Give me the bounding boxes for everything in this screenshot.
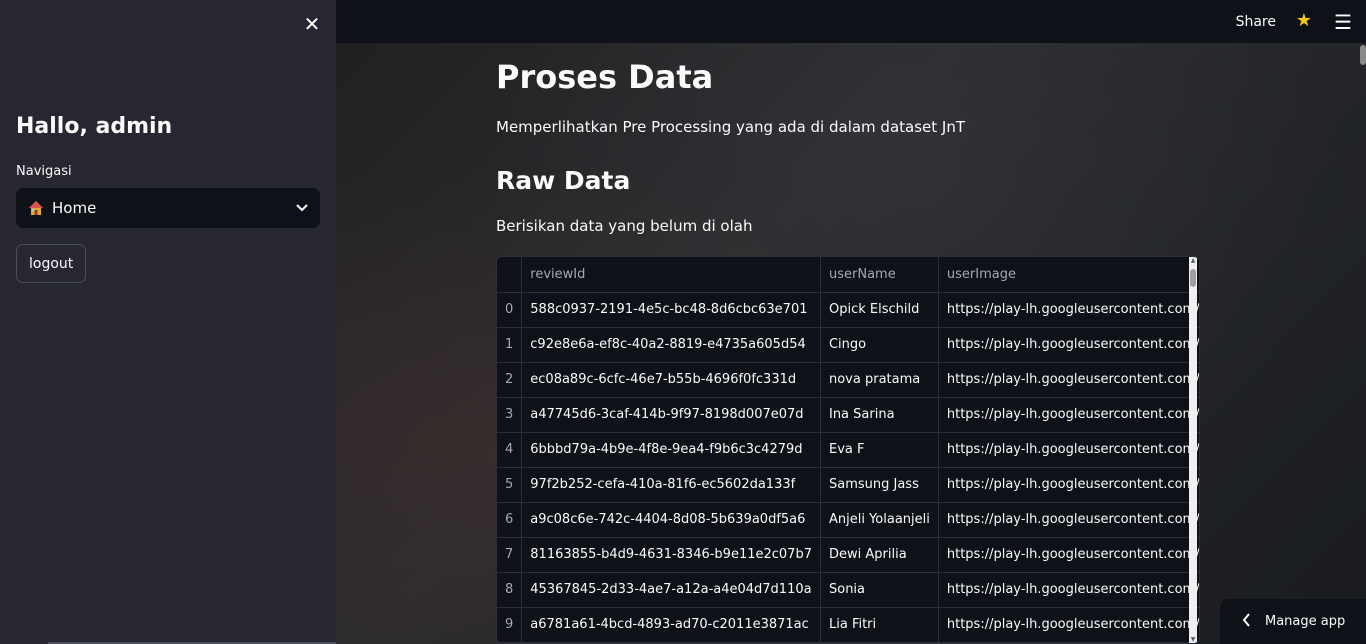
column-header-reviewid[interactable]: reviewId bbox=[521, 257, 821, 293]
cell-reviewid[interactable]: 588c0937-2191-4e5c-bc48-8d6cbc63e701 bbox=[521, 292, 821, 328]
chevron-left-icon bbox=[1242, 612, 1251, 631]
raw-data-heading: Raw Data bbox=[496, 166, 631, 195]
row-index: 1 bbox=[497, 327, 523, 363]
row-index: 7 bbox=[497, 537, 523, 573]
cell-username[interactable]: Sonia bbox=[820, 572, 939, 608]
logout-button[interactable]: logout bbox=[16, 244, 87, 283]
scroll-down-arrow-icon[interactable]: ▼ bbox=[1189, 636, 1197, 643]
chevron-down-icon bbox=[296, 201, 308, 216]
sidebar: ✕ Hallo, admin Navigasi Home logout bbox=[0, 0, 336, 644]
table-scrollbar-thumb[interactable] bbox=[1190, 269, 1196, 287]
cell-username[interactable]: Samsung Jass bbox=[820, 467, 939, 503]
cell-username[interactable]: nova pratama bbox=[820, 362, 939, 398]
table-header-row: reviewId userName userImage bbox=[497, 257, 1199, 293]
table-row[interactable]: 0 588c0937-2191-4e5c-bc48-8d6cbc63e701 Opi… bbox=[497, 292, 1199, 328]
cell-userimage[interactable]: https://play-lh.googleusercontent.com/a-… bbox=[938, 537, 1199, 573]
row-index: 2 bbox=[497, 362, 523, 398]
house-icon bbox=[28, 200, 44, 216]
cell-userimage[interactable]: https://play-lh.googleusercontent.com/a-… bbox=[938, 327, 1199, 363]
main-scrollbar[interactable] bbox=[1360, 43, 1366, 644]
main-area: Share ★ ☰ Proses Data Memperlihatkan Pre… bbox=[336, 0, 1366, 644]
table-row[interactable]: 7 81163855-b4d9-4631-8346-b9e11e2c07b7 Dew… bbox=[497, 537, 1199, 573]
navigation-label: Navigasi bbox=[16, 164, 72, 179]
navigation-selected-value: Home bbox=[52, 199, 97, 217]
intro-text: Memperlihatkan Pre Processing yang ada d… bbox=[496, 118, 966, 136]
table-row[interactable]: 5 97f2b252-cefa-410a-81f6-ec5602da133f Sam… bbox=[497, 467, 1199, 503]
hamburger-menu-icon[interactable]: ☰ bbox=[1334, 10, 1352, 34]
cell-reviewid[interactable]: a9c08c6e-742c-4404-8d08-5b639a0df5a6 bbox=[521, 502, 821, 538]
table-row[interactable]: 4 6bbbd79a-4b9e-4f8e-9ea4-f9b6c3c4279d Eva… bbox=[497, 432, 1199, 468]
table-row[interactable]: 1 c92e8e6a-ef8c-40a2-8819-e4735a605d54 Cin… bbox=[497, 327, 1199, 363]
cell-userimage[interactable]: https://play-lh.googleusercontent.com/a-… bbox=[938, 292, 1199, 328]
table-row[interactable]: 9 a6781a61-4bcd-4893-ad70-c2011e3871ac Lia… bbox=[497, 607, 1199, 643]
main-scrollbar-thumb[interactable] bbox=[1360, 45, 1366, 65]
close-sidebar-icon[interactable]: ✕ bbox=[302, 12, 322, 36]
cell-reviewid[interactable]: 97f2b252-cefa-410a-81f6-ec5602da133f bbox=[521, 467, 821, 503]
cell-reviewid[interactable]: a47745d6-3caf-414b-9f97-8198d007e07d bbox=[521, 397, 821, 433]
cell-reviewid[interactable]: ec08a89c-6cfc-46e7-b55b-4696f0fc331d bbox=[521, 362, 821, 398]
cell-username[interactable]: Cingo bbox=[820, 327, 939, 363]
manage-app-label: Manage app bbox=[1265, 614, 1346, 629]
star-icon[interactable]: ★ bbox=[1296, 10, 1312, 31]
table-scrollbar[interactable]: ▲ ▼ bbox=[1189, 257, 1197, 643]
row-index: 4 bbox=[497, 432, 523, 468]
row-index: 9 bbox=[497, 607, 523, 643]
cell-reviewid[interactable]: a6781a61-4bcd-4893-ad70-c2011e3871ac bbox=[521, 607, 821, 643]
row-index: 0 bbox=[497, 292, 523, 328]
row-index: 8 bbox=[497, 572, 523, 608]
cell-username[interactable]: Ina Sarina bbox=[820, 397, 939, 433]
top-header: Share ★ ☰ bbox=[336, 0, 1366, 43]
row-index: 3 bbox=[497, 397, 523, 433]
table-row[interactable]: 8 45367845-2d33-4ae7-a12a-a4e04d7d110a Son… bbox=[497, 572, 1199, 608]
row-index: 5 bbox=[497, 467, 523, 503]
cell-userimage[interactable]: https://play-lh.googleusercontent.com/a/… bbox=[938, 467, 1199, 503]
cell-userimage[interactable]: https://play-lh.googleusercontent.com/a/… bbox=[938, 397, 1199, 433]
cell-reviewid[interactable]: 81163855-b4d9-4631-8346-b9e11e2c07b7 bbox=[521, 537, 821, 573]
cell-reviewid[interactable]: 6bbbd79a-4b9e-4f8e-9ea4-f9b6c3c4279d bbox=[521, 432, 821, 468]
cell-userimage[interactable]: https://play-lh.googleusercontent.com/a-… bbox=[938, 607, 1199, 643]
table-row[interactable]: 6 a9c08c6e-742c-4404-8d08-5b639a0df5a6 Anj… bbox=[497, 502, 1199, 538]
cell-reviewid[interactable]: 45367845-2d33-4ae7-a12a-a4e04d7d110a bbox=[521, 572, 821, 608]
cell-username[interactable]: Anjeli Yolaanjeli bbox=[820, 502, 939, 538]
manage-app-button[interactable]: Manage app bbox=[1220, 599, 1366, 644]
cell-userimage[interactable]: https://play-lh.googleusercontent.com/a-… bbox=[938, 362, 1199, 398]
column-header-index[interactable] bbox=[497, 257, 523, 293]
cell-userimage[interactable]: https://play-lh.googleusercontent.com/a/… bbox=[938, 572, 1199, 608]
page-title: Proses Data bbox=[496, 58, 714, 96]
navigation-select[interactable]: Home bbox=[16, 188, 320, 228]
column-header-userimage[interactable]: userImage bbox=[938, 257, 1199, 293]
cell-username[interactable]: Dewi Aprilia bbox=[820, 537, 939, 573]
cell-username[interactable]: Opick Elschild bbox=[820, 292, 939, 328]
raw-data-description: Berisikan data yang belum di olah bbox=[496, 217, 753, 235]
table-row[interactable]: 2 ec08a89c-6cfc-46e7-b55b-4696f0fc331d nov… bbox=[497, 362, 1199, 398]
table-row[interactable]: 3 a47745d6-3caf-414b-9f97-8198d007e07d Ina… bbox=[497, 397, 1199, 433]
cell-username[interactable]: Lia Fitri bbox=[820, 607, 939, 643]
share-button[interactable]: Share bbox=[1236, 14, 1276, 30]
scroll-up-arrow-icon[interactable]: ▲ bbox=[1189, 257, 1197, 264]
row-index: 6 bbox=[497, 502, 523, 538]
column-header-username[interactable]: userName bbox=[820, 257, 939, 293]
raw-data-table[interactable]: reviewId userName userImage 0 588c0937-21… bbox=[496, 256, 1200, 644]
greeting-heading: Hallo, admin bbox=[16, 114, 173, 139]
cell-userimage[interactable]: https://play-lh.googleusercontent.com/a-… bbox=[938, 502, 1199, 538]
cell-userimage[interactable]: https://play-lh.googleusercontent.com/a-… bbox=[938, 432, 1199, 468]
cell-username[interactable]: Eva F bbox=[820, 432, 939, 468]
cell-reviewid[interactable]: c92e8e6a-ef8c-40a2-8819-e4735a605d54 bbox=[521, 327, 821, 363]
